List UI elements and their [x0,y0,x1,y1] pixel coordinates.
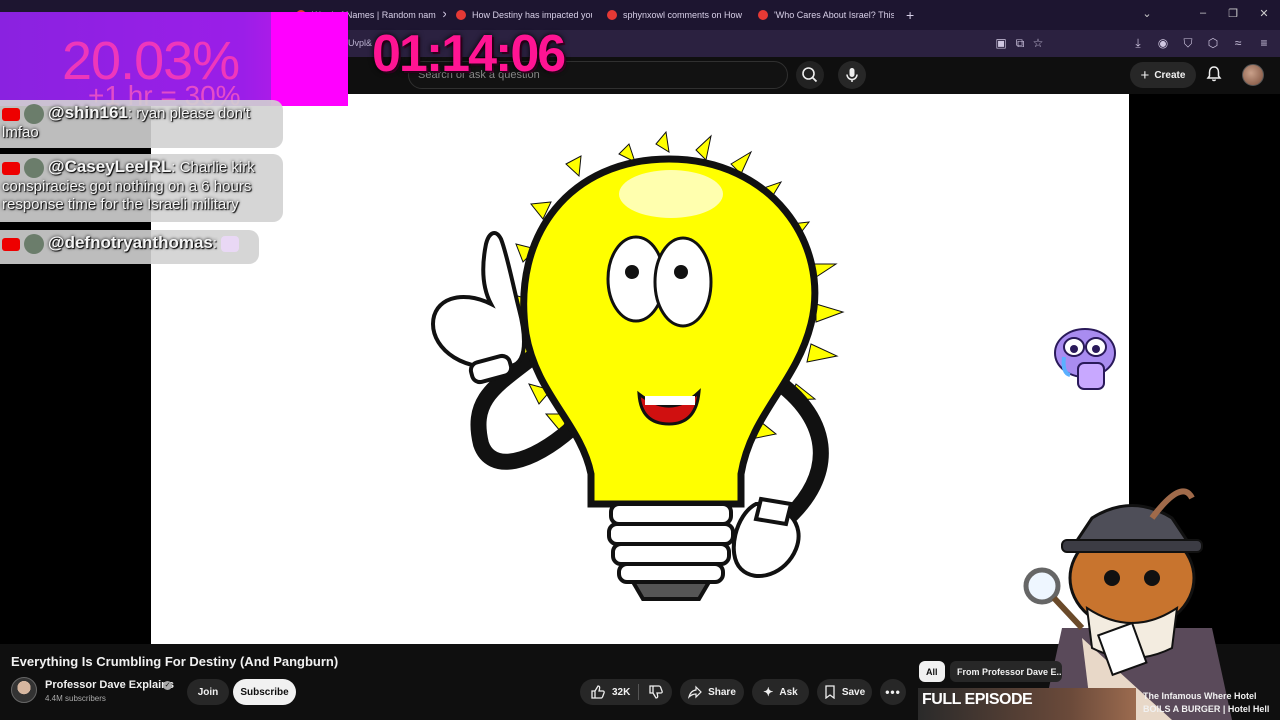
like-count: 32K [612,686,631,698]
subscribe-label: Subscribe [240,686,289,698]
shield-icon[interactable]: ⛉ [1181,36,1195,50]
chat-emote-icon [221,236,240,253]
dislike-button[interactable] [648,684,664,700]
detective-moth-mascot-image [1023,488,1232,720]
minimize-icon[interactable]: – [1196,7,1210,21]
chat-message: @shin161: ryan please don't lmfao [0,100,283,148]
progress-overlay: 20.03% +1 hr = 30% [0,12,348,111]
join-button[interactable]: Join [187,679,229,705]
video-player[interactable] [151,94,1129,644]
recommended-video-thumbnail[interactable]: FULL EPISODE [918,688,1136,720]
tab-title: How Destiny has impacted you [472,10,592,20]
lightbulb-cartoon-image [430,130,845,601]
new-tab-button[interactable]: + [906,6,920,24]
browser-tab[interactable]: sphynxowl comments on How I ✕ [607,6,743,24]
save-label: Save [841,686,866,698]
download-icon[interactable]: ⤓ [1131,36,1145,50]
youtube-badge-icon [2,161,20,175]
channel-avatar[interactable] [11,677,37,703]
share-button[interactable]: Share [680,679,744,705]
share-label: Share [708,686,736,698]
ask-button[interactable]: ✦ Ask [752,679,809,705]
like-dislike-divider [638,684,639,700]
subscribe-button[interactable]: Subscribe [233,679,296,705]
url-text[interactable]: Uvpl& [348,38,372,48]
share-arrow-icon [688,685,702,699]
youtube-badge-icon [2,107,20,121]
browser-tab[interactable]: How Destiny has impacted you ✕ [456,6,592,24]
progress-overlay-accent [271,12,348,106]
create-label: Create [1154,69,1186,81]
notifications-bell-icon[interactable] [1205,65,1223,83]
chat-username: @shin161 [48,103,128,122]
reddit-favicon-icon [456,10,466,20]
account-icon[interactable]: ◉ [1156,36,1170,50]
chip-all[interactable]: All [919,661,945,682]
bookmark-star-icon[interactable]: ☆ [1031,36,1045,50]
chip-from-channel[interactable]: From Professor Dave E... [950,661,1062,682]
reddit-favicon-icon [607,10,617,20]
chat-username: @defnotryanthomas [48,233,213,252]
easy-setup-icon[interactable]: ≈ [1231,36,1245,50]
user-avatar[interactable] [1242,64,1264,86]
picture-in-picture-icon[interactable]: ▣ [994,36,1008,50]
ask-label: Ask [779,686,798,698]
channel-name[interactable]: Professor Dave Explains [45,679,174,691]
recommended-video-title[interactable]: The Infamous Where Hotel BOILS A BURGER … [1143,690,1273,716]
search-icon [802,67,818,83]
close-window-icon[interactable]: ✕ [1257,7,1271,21]
tab-title: 'Who Cares About Israel? This I [774,10,894,20]
more-dots-icon: ••• [885,685,901,699]
plus-icon: + [1140,66,1150,84]
microphone-icon [846,68,858,82]
snapshot-icon[interactable]: ⧉ [1013,36,1027,50]
create-button[interactable]: + Create [1130,62,1196,88]
thumbnail-caption: FULL EPISODE [922,691,1033,708]
chat-message: @defnotryanthomas: [0,230,259,264]
browser-tab[interactable]: 'Who Cares About Israel? This I ✕ [758,6,894,24]
chat-avatar [24,104,44,125]
menu-icon[interactable]: ≡ [1257,36,1271,50]
save-button[interactable]: Save [817,679,872,705]
subscriber-count: 4.4M subscribers [45,694,106,703]
voice-search-button[interactable] [838,61,866,89]
extensions-icon[interactable]: ⬡ [1206,36,1220,50]
restore-icon[interactable]: ❐ [1226,7,1240,21]
chat-message: @CaseyLeeIRL: Charlie kirk conspiracies … [0,154,283,222]
more-actions-button[interactable]: ••• [880,679,906,705]
join-label: Join [197,686,219,698]
sparkle-icon: ✦ [763,685,774,699]
chat-avatar [24,158,44,179]
bookmark-icon [825,685,835,699]
verified-check-icon: ✓ [163,681,172,690]
thumbs-up-icon [591,685,605,699]
crying-emote-icon [1054,328,1116,390]
search-button[interactable] [796,61,824,89]
youtube-badge-icon [2,237,20,251]
chat-username: @CaseyLeeIRL [48,157,172,176]
tab-title: sphynxowl comments on How I [623,10,743,20]
close-tab-icon[interactable]: ✕ [442,10,446,21]
youtube-favicon-icon [758,10,768,20]
chat-avatar [24,234,44,255]
video-title: Everything Is Crumbling For Destiny (And… [11,654,339,669]
stream-timer: 01:14:06 [372,25,566,83]
tab-list-chevron-icon[interactable]: ⌄ [1140,7,1154,21]
